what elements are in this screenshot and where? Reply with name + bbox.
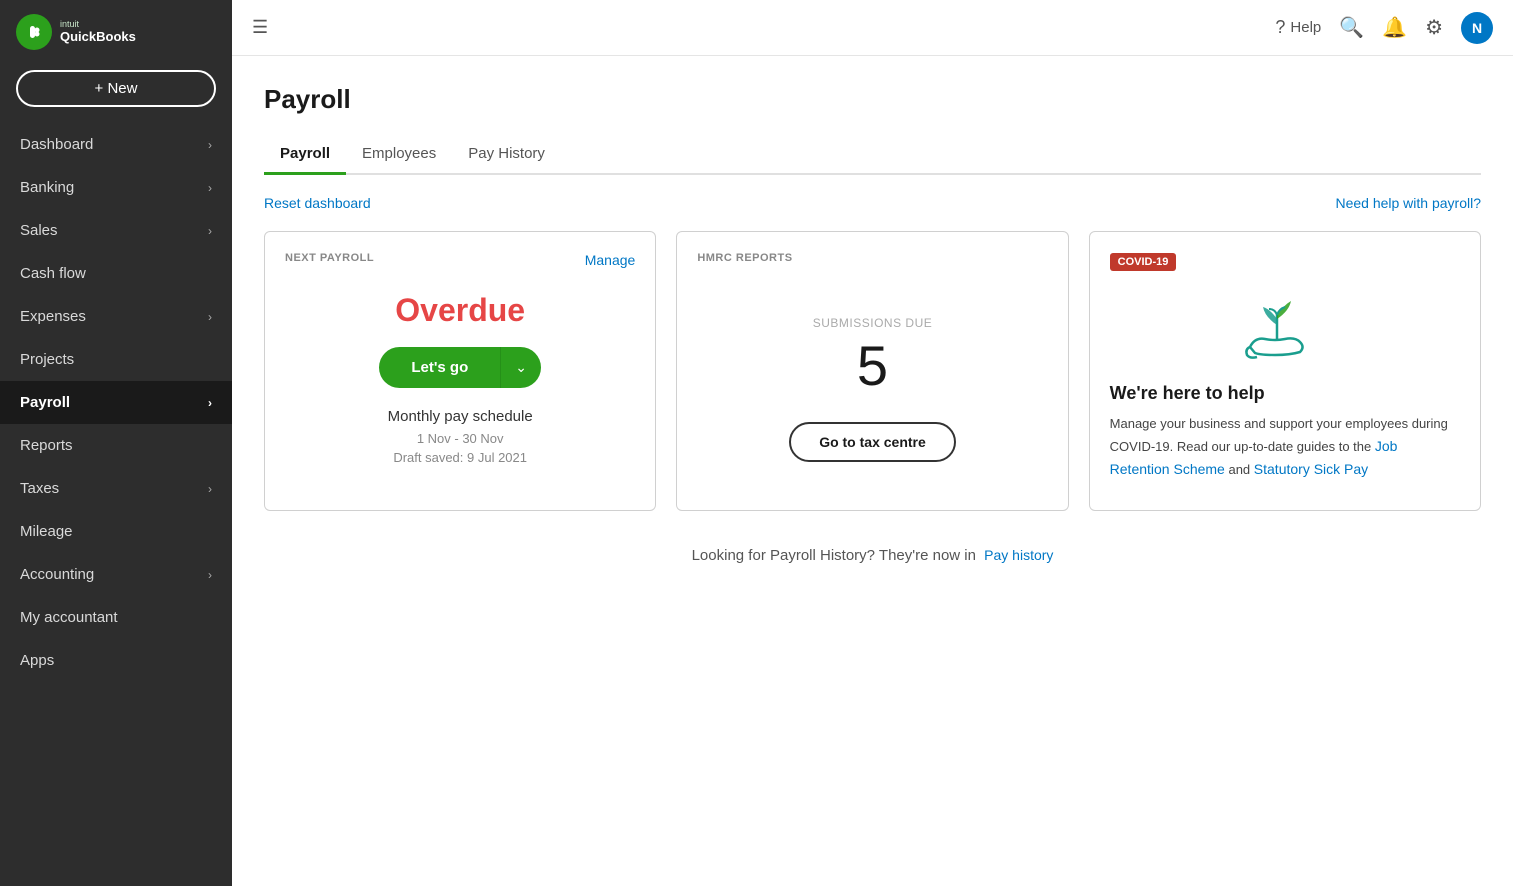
- sidebar-item-projects[interactable]: Projects: [0, 338, 232, 381]
- payroll-history-note: Looking for Payroll History? They're now…: [264, 547, 1481, 564]
- new-button[interactable]: + New: [16, 70, 216, 107]
- statutory-sick-pay-link[interactable]: Statutory Sick Pay: [1254, 461, 1368, 477]
- next-payroll-label: NEXT PAYROLL: [285, 252, 635, 264]
- gear-icon[interactable]: ⚙: [1425, 15, 1443, 40]
- chevron-icon: ›: [208, 396, 212, 410]
- search-icon[interactable]: 🔍: [1339, 15, 1364, 40]
- reset-dashboard-link[interactable]: Reset dashboard: [264, 195, 371, 211]
- logo-wordmark: intuit QuickBooks: [60, 20, 136, 44]
- chevron-icon: ›: [208, 138, 212, 152]
- covid-card: COVID-19: [1089, 231, 1481, 511]
- draft-saved: Draft saved: 9 Jul 2021: [285, 450, 635, 465]
- tab-pay-history[interactable]: Pay History: [452, 135, 561, 175]
- sidebar-item-payroll[interactable]: Payroll ›: [0, 381, 232, 424]
- tab-employees[interactable]: Employees: [346, 135, 452, 175]
- lets-go-button[interactable]: Let's go: [379, 347, 500, 388]
- sidebar-item-dashboard[interactable]: Dashboard ›: [0, 123, 232, 166]
- quickbooks-label: QuickBooks: [60, 30, 136, 44]
- lets-go-button-wrap: Let's go ⌄: [285, 347, 635, 388]
- page-title: Payroll: [264, 84, 1481, 115]
- sidebar-nav: Dashboard › Banking › Sales › Cash flow …: [0, 123, 232, 682]
- need-help-link[interactable]: Need help with payroll?: [1335, 195, 1481, 211]
- hamburger-icon[interactable]: ☰: [252, 17, 268, 38]
- topbar-right: ? Help 🔍 🔔 ⚙ N: [1275, 12, 1493, 44]
- page-content: Payroll Payroll Employees Pay History Re…: [232, 56, 1513, 886]
- cards-row: NEXT PAYROLL Manage Overdue Let's go ⌄ M…: [264, 231, 1481, 511]
- sidebar-item-mileage[interactable]: Mileage: [0, 510, 232, 553]
- manage-link[interactable]: Manage: [585, 252, 636, 268]
- chevron-icon: ›: [208, 568, 212, 582]
- pay-history-link[interactable]: Pay history: [984, 547, 1053, 563]
- main-content: ☰ ? Help 🔍 🔔 ⚙ N Payroll Payroll Employe…: [232, 0, 1513, 886]
- sidebar-header: intuit QuickBooks: [0, 0, 232, 62]
- hmrc-reports-label: HMRC REPORTS: [697, 252, 1047, 264]
- next-payroll-card: NEXT PAYROLL Manage Overdue Let's go ⌄ M…: [264, 231, 656, 511]
- sidebar-item-apps[interactable]: Apps: [0, 639, 232, 682]
- pay-schedule: Monthly pay schedule: [285, 408, 635, 425]
- covid-help-text: Manage your business and support your em…: [1110, 414, 1460, 480]
- submissions-count: 5: [857, 338, 888, 394]
- help-icon: ?: [1275, 17, 1285, 38]
- submissions-label: SUBMISSIONS DUE: [813, 316, 933, 330]
- chevron-icon: ›: [208, 310, 212, 324]
- chevron-icon: ›: [208, 181, 212, 195]
- sidebar-item-my-accountant[interactable]: My accountant: [0, 596, 232, 639]
- covid-badge: COVID-19: [1110, 253, 1177, 271]
- hmrc-reports-card: HMRC REPORTS SUBMISSIONS DUE 5 Go to tax…: [676, 231, 1068, 511]
- chevron-icon: ›: [208, 482, 212, 496]
- hmrc-center: SUBMISSIONS DUE 5 Go to tax centre: [697, 280, 1047, 478]
- sidebar-item-accounting[interactable]: Accounting ›: [0, 553, 232, 596]
- go-to-tax-centre-button[interactable]: Go to tax centre: [789, 422, 956, 462]
- sidebar-item-banking[interactable]: Banking ›: [0, 166, 232, 209]
- sidebar-item-reports[interactable]: Reports: [0, 424, 232, 467]
- overdue-status: Overdue: [285, 292, 635, 329]
- bell-icon[interactable]: 🔔: [1382, 15, 1407, 40]
- topbar: ☰ ? Help 🔍 🔔 ⚙ N: [232, 0, 1513, 56]
- user-avatar[interactable]: N: [1461, 12, 1493, 44]
- action-row: Reset dashboard Need help with payroll?: [264, 195, 1481, 211]
- sidebar-item-taxes[interactable]: Taxes ›: [0, 467, 232, 510]
- help-button[interactable]: ? Help: [1275, 17, 1321, 38]
- sidebar-item-expenses[interactable]: Expenses ›: [0, 295, 232, 338]
- topbar-left: ☰: [252, 17, 268, 38]
- chevron-icon: ›: [208, 224, 212, 238]
- tabs: Payroll Employees Pay History: [264, 135, 1481, 175]
- covid-help-title: We're here to help: [1110, 383, 1460, 404]
- covid-illustration: [1110, 287, 1460, 367]
- new-button-wrap: + New: [0, 62, 232, 123]
- pay-date-range: 1 Nov - 30 Nov: [285, 431, 635, 446]
- quickbooks-logo: [16, 14, 52, 50]
- sidebar: intuit QuickBooks + New Dashboard › Bank…: [0, 0, 232, 886]
- sidebar-item-sales[interactable]: Sales ›: [0, 209, 232, 252]
- tab-payroll[interactable]: Payroll: [264, 135, 346, 175]
- lets-go-dropdown-button[interactable]: ⌄: [500, 347, 541, 388]
- sidebar-item-cashflow[interactable]: Cash flow: [0, 252, 232, 295]
